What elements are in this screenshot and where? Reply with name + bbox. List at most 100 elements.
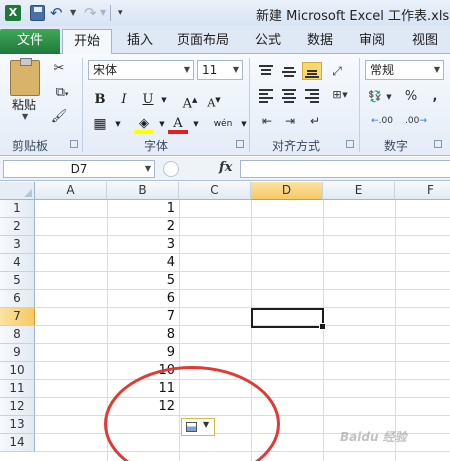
tab-page-layout[interactable]: 页面布局 — [172, 29, 234, 54]
align-bottom-icon[interactable] — [302, 62, 322, 80]
active-cell-d7[interactable] — [251, 308, 326, 330]
tab-data[interactable]: 数据 — [300, 29, 340, 54]
font-name-select[interactable]: 宋体 ▼ — [88, 60, 194, 80]
align-right-icon[interactable] — [302, 86, 322, 104]
borders-dropdown-icon[interactable]: ▼ — [108, 114, 128, 134]
decrease-indent-icon[interactable]: ⇤ — [256, 112, 278, 130]
currency-dropdown-icon[interactable]: ▼ — [384, 88, 394, 106]
excel-logo-icon[interactable]: X — [5, 5, 21, 21]
phonetic-dropdown-icon[interactable]: ▼ — [234, 114, 254, 134]
decrease-decimal-button[interactable]: .00→ — [400, 112, 432, 130]
cut-icon[interactable]: ✂ — [48, 60, 70, 78]
orientation-icon[interactable]: ⤢ — [326, 62, 348, 80]
tab-review[interactable]: 审阅 — [352, 29, 392, 54]
grow-font-button[interactable]: A▲ — [180, 90, 200, 111]
align-left-icon[interactable] — [256, 86, 276, 104]
copy-icon[interactable]: ⧉▾ — [48, 84, 76, 102]
cell-b7[interactable]: 7 — [108, 308, 178, 326]
font-color-button[interactable]: A — [168, 114, 188, 134]
row-header-12[interactable]: 12 — [0, 398, 35, 416]
select-all-button[interactable] — [0, 182, 35, 200]
fill-color-icon[interactable]: ◈ — [134, 114, 154, 134]
row-header-8[interactable]: 8 — [0, 326, 35, 344]
cell-b5[interactable]: 5 — [108, 272, 178, 290]
alignment-launcher-icon[interactable] — [346, 140, 354, 148]
column-header-d[interactable]: D — [251, 182, 323, 200]
comma-style-button[interactable]: , — [424, 88, 446, 106]
percent-button[interactable]: % — [400, 88, 422, 106]
clipboard-launcher-icon[interactable] — [70, 140, 78, 148]
row-header-1[interactable]: 1 — [0, 200, 35, 218]
font-launcher-icon[interactable] — [236, 140, 244, 148]
autofill-options-button[interactable]: ▼ — [181, 418, 215, 436]
align-top-icon[interactable] — [256, 62, 276, 80]
cell-b6[interactable]: 6 — [108, 290, 178, 308]
row-header-14[interactable]: 14 — [0, 434, 35, 452]
column-header-c[interactable]: C — [179, 182, 251, 200]
column-header-b[interactable]: B — [107, 182, 179, 200]
wrap-text-icon[interactable]: ↵ — [304, 112, 326, 130]
formula-input[interactable] — [240, 160, 450, 178]
increase-indent-icon[interactable]: ⇥ — [279, 112, 301, 130]
align-center-icon[interactable] — [279, 86, 299, 104]
undo-dropdown-icon[interactable]: ▼ — [70, 5, 76, 21]
gridline — [35, 307, 450, 308]
column-header-f[interactable]: F — [395, 182, 450, 200]
number-launcher-icon[interactable] — [434, 140, 442, 148]
customize-toolbar-icon[interactable]: ▾ — [118, 5, 128, 21]
clipboard-group-label: 剪贴板 — [12, 139, 49, 153]
row-header-10[interactable]: 10 — [0, 362, 35, 380]
alignment-group-label: 对齐方式 — [272, 139, 321, 153]
paste-icon[interactable] — [10, 58, 40, 96]
tab-home[interactable]: 开始 — [62, 29, 112, 55]
font-size-select[interactable]: 11 ▼ — [197, 60, 243, 80]
currency-icon[interactable]: 💱 — [366, 88, 384, 106]
font-color-dropdown-icon[interactable]: ▼ — [186, 114, 206, 134]
gridline — [35, 271, 450, 272]
tab-view[interactable]: 视图 — [405, 29, 445, 54]
column-header-e[interactable]: E — [323, 182, 395, 200]
undo-icon[interactable]: ↶ — [50, 5, 68, 21]
increase-decimal-button[interactable]: ←.00 — [366, 112, 398, 130]
bold-button[interactable]: B — [90, 90, 110, 110]
cell-b4[interactable]: 4 — [108, 254, 178, 272]
row-header-9[interactable]: 9 — [0, 344, 35, 362]
redo-dropdown-icon[interactable]: ▼ — [100, 5, 106, 21]
row-header-13[interactable]: 13 — [0, 416, 35, 434]
cell-b8[interactable]: 8 — [108, 326, 178, 344]
row-header-5[interactable]: 5 — [0, 272, 35, 290]
save-icon[interactable] — [30, 5, 45, 21]
chevron-down-icon: ▼ — [232, 65, 239, 74]
tab-formulas[interactable]: 公式 — [248, 29, 288, 54]
phonetic-guide-button[interactable]: wén — [210, 114, 236, 134]
paste-button-label[interactable]: 粘贴 — [12, 96, 36, 113]
shrink-font-button[interactable]: A▼ — [204, 90, 224, 110]
number-format-select[interactable]: 常规 ▼ — [365, 60, 444, 80]
cell-b2[interactable]: 2 — [108, 218, 178, 236]
align-middle-icon[interactable] — [279, 62, 299, 80]
row-header-11[interactable]: 11 — [0, 380, 35, 398]
row-header-2[interactable]: 2 — [0, 218, 35, 236]
paste-dropdown-icon[interactable]: ▼ — [22, 112, 28, 121]
worksheet-grid[interactable]: A B C D E F 1 1 2 2 3 3 4 4 5 5 6 6 7 7 8 8 9 9 10 10 11 11 12… — [0, 182, 450, 461]
row-header-7[interactable]: 7 — [0, 308, 35, 326]
borders-icon[interactable]: ▦ — [90, 114, 110, 134]
underline-dropdown-icon[interactable]: ▼ — [154, 90, 174, 110]
row-header-6[interactable]: 6 — [0, 290, 35, 308]
format-painter-icon[interactable]: 🖌 — [48, 108, 70, 126]
name-box-value: D7 — [70, 162, 88, 176]
row-header-4[interactable]: 4 — [0, 254, 35, 272]
merge-dropdown-icon[interactable]: ▼ — [340, 86, 350, 104]
font-group-label: 字体 — [144, 139, 169, 153]
row-header-3[interactable]: 3 — [0, 236, 35, 254]
tab-insert[interactable]: 插入 — [120, 29, 160, 54]
formula-bar-splitter[interactable] — [163, 161, 179, 177]
tab-file[interactable]: 文件 — [0, 29, 60, 54]
italic-button[interactable]: I — [114, 90, 134, 110]
cell-b3[interactable]: 3 — [108, 236, 178, 254]
cell-b9[interactable]: 9 — [108, 344, 178, 362]
cell-b1[interactable]: 1 — [108, 200, 178, 218]
insert-function-button[interactable]: fx — [219, 160, 232, 175]
name-box[interactable]: D7 ▼ — [3, 160, 155, 178]
column-header-a[interactable]: A — [35, 182, 107, 200]
